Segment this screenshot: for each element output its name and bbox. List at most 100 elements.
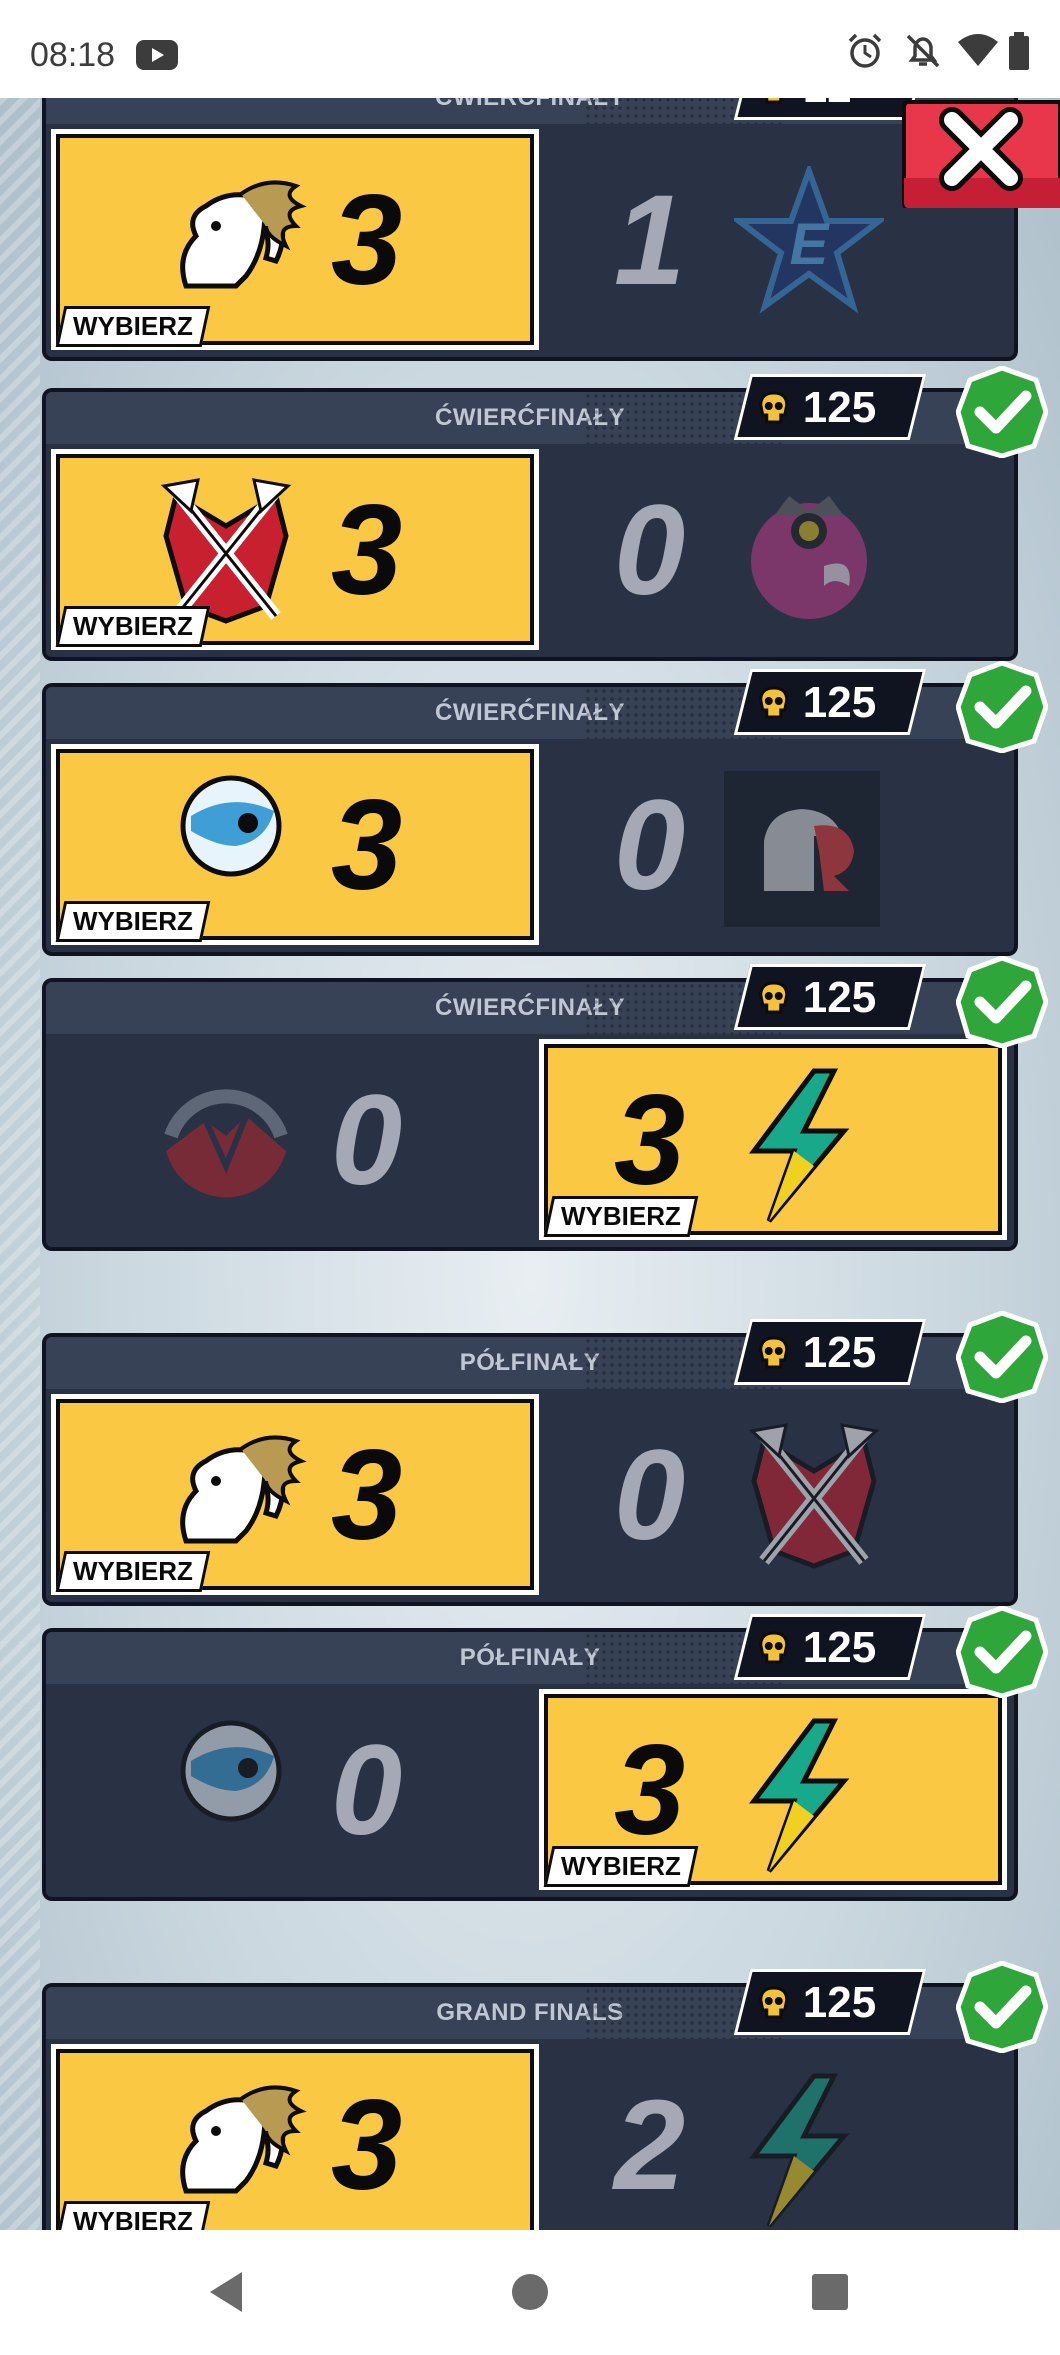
left-team-side[interactable]: 3 WYBIERZ xyxy=(46,124,546,357)
check-icon xyxy=(955,660,1049,754)
right-team-score: 1 xyxy=(614,168,686,312)
bell-off-icon xyxy=(906,34,940,68)
points-badge: 125 xyxy=(733,1969,927,2035)
pick-tag[interactable]: WYBIERZ xyxy=(543,1196,699,1237)
alarm-icon xyxy=(848,33,882,68)
points-value: 125 xyxy=(802,383,877,432)
points-badge: 125 xyxy=(733,374,927,440)
right-team-score: 0 xyxy=(614,773,686,917)
right-team-score: 0 xyxy=(614,478,686,622)
right-team-score: 2 xyxy=(614,2073,686,2217)
points-value: 125 xyxy=(802,1623,877,1672)
close-button[interactable] xyxy=(900,98,1060,208)
match-card[interactable]: GRAND FINALS 3 WYBIERZ 2 125 xyxy=(42,1960,1049,2230)
points-badge: 125 xyxy=(733,1319,927,1385)
pegasus-logo xyxy=(146,166,316,311)
right-team-score: 3 xyxy=(614,1068,686,1212)
match-card[interactable]: ĆWIERĆFINAŁY 0 3 WYBIERZ 125 xyxy=(42,955,1049,1251)
pick-tag[interactable]: WYBIERZ xyxy=(55,1551,211,1592)
lightning-logo xyxy=(734,1716,864,1881)
points-badge: 125 xyxy=(733,669,927,735)
pick-label: WYBIERZ xyxy=(561,1201,681,1231)
background-pattern xyxy=(0,98,40,2230)
right-team-side[interactable]: 2 xyxy=(534,2039,1014,2230)
left-team-score: 3 xyxy=(331,478,403,622)
right-team-side[interactable]: 3 WYBIERZ xyxy=(534,1034,1014,1247)
right-team-side[interactable]: 3 WYBIERZ xyxy=(534,1684,1014,1897)
lightning-logo xyxy=(734,2071,864,2231)
left-team-side[interactable]: 0 xyxy=(46,1684,546,1897)
crossed-axes-logo xyxy=(734,1421,894,1576)
bracket-screen[interactable]: ĆWIERĆFINAŁY 3 WYBIERZ E 1 xyxy=(0,98,1060,2230)
home-icon[interactable] xyxy=(510,2270,550,2314)
left-team-side[interactable]: 3 WYBIERZ xyxy=(46,739,546,952)
orb-logo xyxy=(176,1716,286,1831)
points-badge: 125 xyxy=(733,1614,927,1680)
pick-tag[interactable]: WYBIERZ xyxy=(55,901,211,942)
pick-label: WYBIERZ xyxy=(73,1556,193,1586)
match-card[interactable]: PÓŁFINAŁY 0 3 WYBIERZ 125 xyxy=(42,1605,1049,1901)
pegasus-logo xyxy=(146,1421,316,1566)
pick-label: WYBIERZ xyxy=(73,311,193,341)
svg-text:E: E xyxy=(790,212,831,277)
skull-coin-icon xyxy=(759,391,789,424)
back-icon[interactable] xyxy=(206,2270,246,2314)
pick-label: WYBIERZ xyxy=(561,1851,681,1881)
points-value: 125 xyxy=(802,678,877,727)
youtube-icon xyxy=(136,40,178,70)
right-team-side[interactable]: 0 xyxy=(534,739,1014,952)
mountain-logo xyxy=(146,1066,306,1231)
points-badge: 12 xyxy=(733,98,927,120)
orb-logo xyxy=(176,771,286,886)
left-team-score: 3 xyxy=(331,168,403,312)
points-value: 125 xyxy=(802,1328,877,1377)
pegasus-logo xyxy=(146,2071,316,2216)
skull-coin-icon xyxy=(759,1631,789,1664)
left-team-side[interactable]: 0 xyxy=(46,1034,546,1247)
left-team-side[interactable]: 3 WYBIERZ xyxy=(46,1389,546,1602)
star-e-logo: E xyxy=(730,161,888,321)
match-card[interactable]: ĆWIERĆFINAŁY 3 WYBIERZ 0 125 xyxy=(42,660,1049,956)
left-team-score: 3 xyxy=(331,1423,403,1567)
check-icon xyxy=(955,365,1049,459)
navigation-bar xyxy=(0,2230,1060,2355)
points-value: 12 xyxy=(803,98,852,113)
left-team-side[interactable]: 3 WYBIERZ xyxy=(46,2039,546,2230)
wifi-icon xyxy=(958,34,998,66)
pick-tag[interactable]: WYBIERZ xyxy=(55,2201,211,2230)
skull-coin-icon xyxy=(759,981,789,1014)
match-card[interactable]: ĆWIERĆFINAŁY 3 WYBIERZ E 1 xyxy=(42,98,1018,361)
left-team-score: 3 xyxy=(331,773,403,917)
pick-label: WYBIERZ xyxy=(73,611,193,641)
match-card[interactable]: ĆWIERĆFINAŁY 3 WYBIERZ 0 125 xyxy=(42,365,1049,661)
points-badge: 125 xyxy=(733,964,927,1030)
pick-tag[interactable]: WYBIERZ xyxy=(55,306,211,347)
pick-tag[interactable]: WYBIERZ xyxy=(543,1846,699,1887)
right-team-side[interactable]: 0 xyxy=(534,1389,1014,1602)
skull-coin-icon xyxy=(759,686,789,719)
check-icon xyxy=(955,955,1049,1049)
spartan-helmet-logo xyxy=(724,770,880,932)
right-team-side[interactable]: 0 xyxy=(534,444,1014,657)
pick-tag[interactable]: WYBIERZ xyxy=(55,606,211,647)
skull-coin-icon xyxy=(759,98,789,104)
points-value: 125 xyxy=(802,973,877,1022)
skull-coin-icon xyxy=(759,1986,789,2019)
left-team-score: 3 xyxy=(331,2073,403,2217)
check-icon xyxy=(955,1310,1049,1404)
eye-crown-logo xyxy=(734,476,884,631)
points-value: 125 xyxy=(802,1978,877,2027)
left-team-score: 0 xyxy=(331,1068,403,1212)
left-team-side[interactable]: 3 WYBIERZ xyxy=(46,444,546,657)
recents-icon[interactable] xyxy=(810,2270,850,2314)
lightning-logo xyxy=(734,1066,864,1231)
check-icon xyxy=(955,1960,1049,2054)
status-bar: 08:18 xyxy=(0,0,1060,98)
match-card-body: ĆWIERĆFINAŁY 3 WYBIERZ E 1 xyxy=(46,98,1014,357)
battery-icon xyxy=(1009,32,1029,70)
pick-label: WYBIERZ xyxy=(73,2206,193,2230)
right-team-score: 0 xyxy=(614,1423,686,1567)
skull-coin-icon xyxy=(759,1336,789,1369)
right-team-score: 3 xyxy=(614,1718,686,1862)
match-card[interactable]: PÓŁFINAŁY 3 WYBIERZ 0 125 xyxy=(42,1310,1049,1606)
